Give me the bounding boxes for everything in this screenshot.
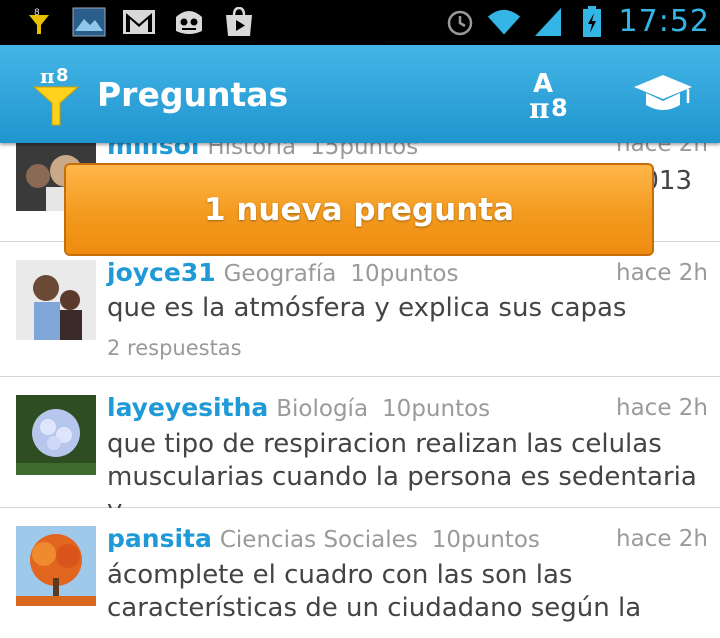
svg-text:8: 8 bbox=[34, 8, 40, 18]
avatar bbox=[16, 526, 96, 606]
svg-text:8: 8 bbox=[56, 65, 69, 86]
app-notification-icon: 8 bbox=[22, 6, 56, 38]
question-meta: pansita Ciencias Sociales 10puntos bbox=[107, 524, 540, 553]
gmail-icon bbox=[122, 6, 156, 38]
svg-text:π: π bbox=[40, 64, 55, 88]
ask-question-icon: A π 8 bbox=[529, 69, 568, 122]
ask-question-button[interactable]: A π 8 bbox=[520, 63, 582, 125]
notification-icons: 8 bbox=[22, 6, 256, 38]
points: 10puntos bbox=[431, 527, 540, 553]
points: 10puntos bbox=[350, 261, 459, 287]
question-meta: layeyesitha Biología 10puntos bbox=[107, 393, 490, 422]
question-meta: joyce31 Geografía 10puntos bbox=[107, 258, 458, 287]
page-title: Preguntas bbox=[97, 75, 289, 114]
username[interactable]: joyce31 bbox=[107, 258, 216, 287]
action-bar: π 8 Preguntas A π 8 bbox=[0, 45, 720, 143]
list-item[interactable]: layeyesitha Biología 10puntos hace 2h que … bbox=[0, 377, 720, 525]
profile-button[interactable] bbox=[632, 63, 694, 125]
timestamp: hace 2h bbox=[616, 260, 708, 286]
avatar bbox=[16, 260, 96, 340]
list-item[interactable]: pansita Ciencias Sociales 10puntos hace 2h… bbox=[0, 508, 720, 638]
list-item[interactable]: joyce31 Geografía 10puntos hace 2h que es … bbox=[0, 242, 720, 377]
cyanogen-icon bbox=[172, 6, 206, 38]
answer-count: 2 respuestas bbox=[107, 336, 242, 360]
question-text: ácomplete el cuadro con las son las cara… bbox=[107, 560, 642, 623]
system-icons: 17:52 bbox=[443, 4, 710, 39]
points: 10puntos bbox=[382, 396, 491, 422]
timestamp: hace 2h bbox=[616, 526, 708, 552]
clock: 17:52 bbox=[618, 4, 710, 39]
timestamp: hace 2h bbox=[616, 395, 708, 421]
username[interactable]: pansita bbox=[107, 524, 212, 553]
subject: Ciencias Sociales bbox=[219, 527, 418, 553]
status-bar: 8 17:52 bbox=[0, 0, 720, 45]
alarm-icon bbox=[443, 6, 477, 38]
app-logo-icon[interactable]: π 8 bbox=[30, 59, 82, 127]
svg-text:8: 8 bbox=[551, 94, 568, 122]
signal-icon bbox=[531, 6, 565, 38]
username[interactable]: layeyesitha bbox=[107, 393, 268, 422]
new-question-banner[interactable]: 1 nueva pregunta bbox=[64, 163, 654, 256]
graduation-cap-icon bbox=[634, 75, 692, 110]
photo-notification-icon bbox=[72, 6, 106, 38]
subject: Biología bbox=[276, 396, 369, 422]
play-store-icon bbox=[222, 6, 256, 38]
avatar bbox=[16, 395, 96, 475]
subject: Geografía bbox=[223, 261, 337, 287]
question-text: que es la atmósfera y explica sus capas bbox=[107, 293, 627, 323]
wifi-icon bbox=[487, 6, 521, 38]
battery-charging-icon bbox=[575, 5, 609, 38]
svg-text:π: π bbox=[529, 92, 550, 122]
